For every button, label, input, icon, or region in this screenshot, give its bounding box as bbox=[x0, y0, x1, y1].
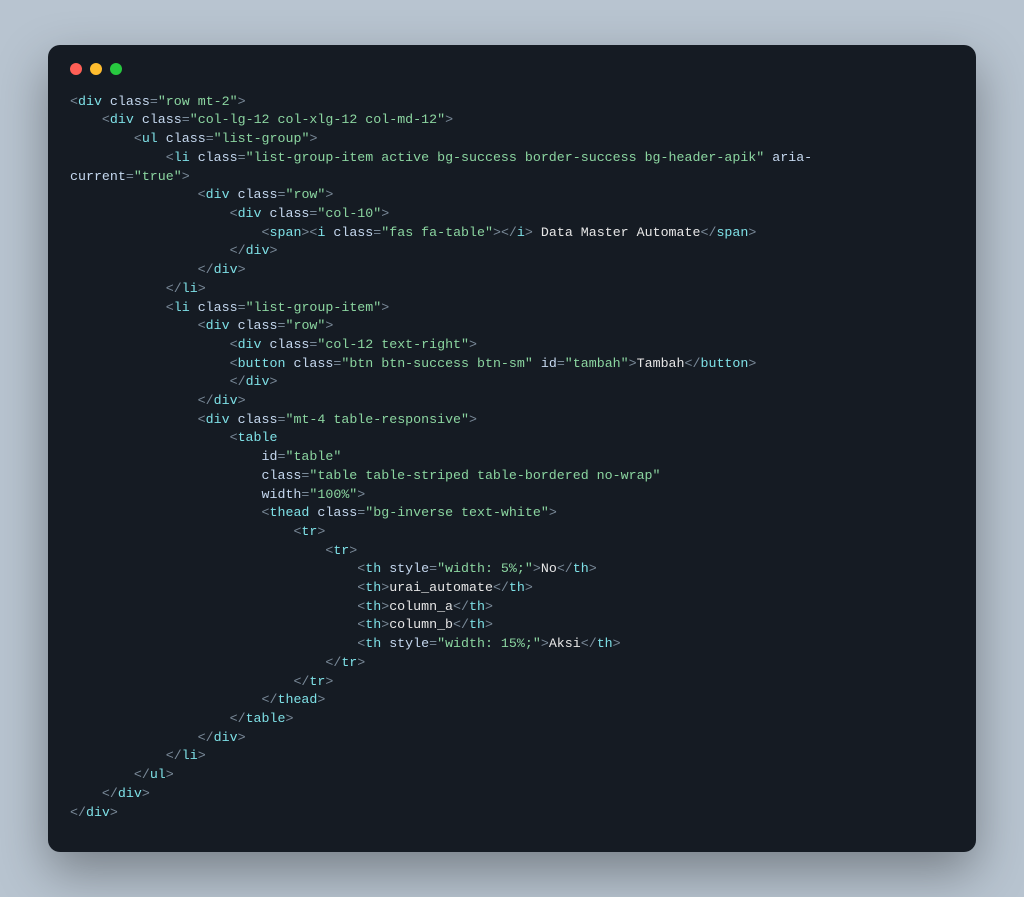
code-line: <th>column_b</th> bbox=[70, 616, 954, 635]
code-line: </tr> bbox=[70, 654, 954, 673]
code-window: <div class="row mt-2"> <div class="col-l… bbox=[48, 45, 976, 852]
code-line: <div class="row"> bbox=[70, 186, 954, 205]
code-line: <div class="col-lg-12 col-xlg-12 col-md-… bbox=[70, 111, 954, 130]
code-line: <span><i class="fas fa-table"></i> Data … bbox=[70, 224, 954, 243]
code-line: </tr> bbox=[70, 673, 954, 692]
code-line: </div> bbox=[70, 804, 954, 823]
code-line: <table bbox=[70, 429, 954, 448]
code-line: </li> bbox=[70, 747, 954, 766]
code-line: <th style="width: 15%;">Aksi</th> bbox=[70, 635, 954, 654]
code-line: <div class="row"> bbox=[70, 317, 954, 336]
code-line: </div> bbox=[70, 729, 954, 748]
code-line: </ul> bbox=[70, 766, 954, 785]
code-line: <button class="btn btn-success btn-sm" i… bbox=[70, 355, 954, 374]
code-line: </div> bbox=[70, 242, 954, 261]
code-line: </thead> bbox=[70, 691, 954, 710]
code-line: <ul class="list-group"> bbox=[70, 130, 954, 149]
window-titlebar bbox=[70, 63, 954, 75]
code-line: class="table table-striped table-bordere… bbox=[70, 467, 954, 486]
code-line: <th>column_a</th> bbox=[70, 598, 954, 617]
code-line: </table> bbox=[70, 710, 954, 729]
code-line: </div> bbox=[70, 261, 954, 280]
minimize-icon[interactable] bbox=[90, 63, 102, 75]
close-icon[interactable] bbox=[70, 63, 82, 75]
code-line: </div> bbox=[70, 785, 954, 804]
code-line: <div class="col-10"> bbox=[70, 205, 954, 224]
code-line: <li class="list-group-item active bg-suc… bbox=[70, 149, 954, 168]
code-line: <th style="width: 5%;">No</th> bbox=[70, 560, 954, 579]
code-line: <thead class="bg-inverse text-white"> bbox=[70, 504, 954, 523]
code-line: </div> bbox=[70, 392, 954, 411]
code-line: <div class="row mt-2"> bbox=[70, 93, 954, 112]
code-line: <div class="col-12 text-right"> bbox=[70, 336, 954, 355]
maximize-icon[interactable] bbox=[110, 63, 122, 75]
code-line: <th>urai_automate</th> bbox=[70, 579, 954, 598]
code-line: </li> bbox=[70, 280, 954, 299]
code-line: id="table" bbox=[70, 448, 954, 467]
code-line: current="true"> bbox=[70, 168, 954, 187]
code-line: <li class="list-group-item"> bbox=[70, 299, 954, 318]
code-line: <tr> bbox=[70, 523, 954, 542]
code-line: <tr> bbox=[70, 542, 954, 561]
code-block[interactable]: <div class="row mt-2"> <div class="col-l… bbox=[70, 93, 954, 822]
code-line: <div class="mt-4 table-responsive"> bbox=[70, 411, 954, 430]
code-line: </div> bbox=[70, 373, 954, 392]
code-line: width="100%"> bbox=[70, 486, 954, 505]
